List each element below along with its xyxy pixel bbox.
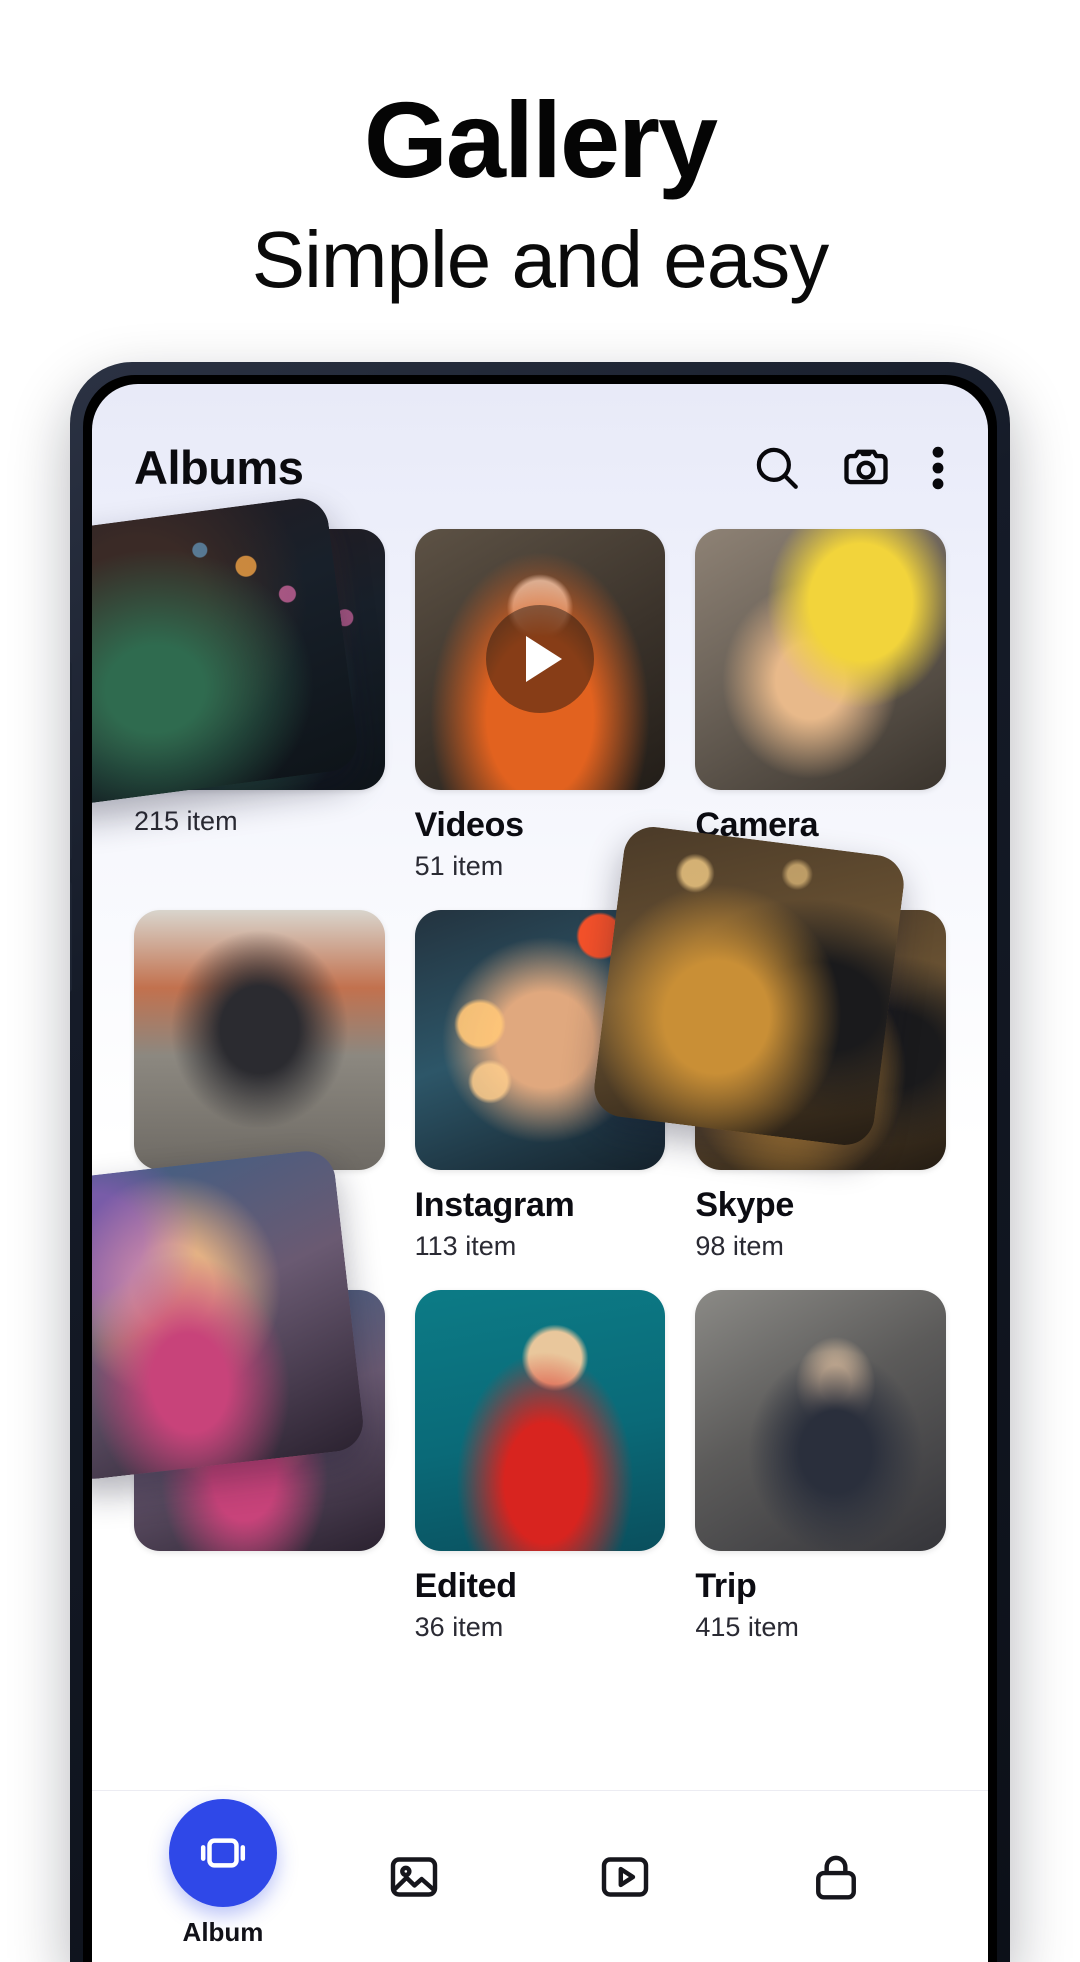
photo-thumbnail bbox=[590, 823, 908, 1149]
phone-button-volume-up bbox=[70, 750, 72, 860]
play-icon bbox=[485, 605, 594, 714]
overflow-menu-icon[interactable] bbox=[930, 443, 946, 493]
promo-title: Gallery bbox=[363, 79, 718, 200]
phone-screen: Albums 215 item Videos 51 item Camera In… bbox=[92, 384, 988, 1962]
photo-thumbnail bbox=[134, 909, 385, 1171]
promo-subtitle: Simple and easy bbox=[251, 215, 829, 304]
album-card[interactable]: Trip 415 item bbox=[695, 1290, 946, 1643]
phone-button-silent bbox=[70, 662, 72, 722]
page-title: Albums bbox=[134, 441, 304, 494]
bottom-navigation: Album bbox=[92, 1790, 988, 1962]
album-item-count: 98 item bbox=[695, 1231, 784, 1262]
album-card[interactable]: Camera1103 item bbox=[695, 529, 946, 882]
album-thumbnail bbox=[414, 529, 666, 790]
album-thumbnail bbox=[695, 1290, 946, 1552]
album-name: Skype bbox=[695, 1186, 795, 1225]
album-name: Trip bbox=[695, 1567, 757, 1606]
app-header: Albums bbox=[92, 384, 988, 495]
floating-photo-couple[interactable] bbox=[590, 823, 908, 1149]
camera-icon[interactable] bbox=[840, 442, 892, 494]
album-card[interactable]: Edited 36 item bbox=[414, 1290, 666, 1643]
nav-album-label: Album bbox=[182, 1917, 264, 1947]
album-name: Edited bbox=[414, 1567, 517, 1606]
album-thumbnail bbox=[695, 529, 946, 790]
album-item-count: 415 item bbox=[695, 1612, 799, 1643]
promo-header: Gallery Simple and easy bbox=[0, 0, 1080, 310]
albums-icon bbox=[169, 1799, 277, 1907]
photo-thumbnail bbox=[414, 1290, 666, 1552]
phone-button-volume-down bbox=[70, 882, 72, 992]
floating-photo-party[interactable] bbox=[92, 494, 361, 809]
bottom-nav-items bbox=[308, 1849, 942, 1905]
album-thumbnail bbox=[134, 909, 385, 1171]
photo-thumbnail bbox=[92, 494, 361, 809]
phone-bezel-inner: Albums 215 item Videos 51 item Camera In… bbox=[83, 375, 997, 1962]
album-thumbnail bbox=[414, 1290, 666, 1552]
search-icon[interactable] bbox=[752, 443, 802, 493]
nav-photos[interactable] bbox=[386, 1849, 442, 1905]
nav-videos[interactable] bbox=[597, 1849, 653, 1905]
nav-private[interactable] bbox=[808, 1849, 864, 1905]
photo-thumbnail bbox=[695, 1290, 946, 1552]
photo-thumbnail bbox=[695, 529, 946, 790]
nav-album[interactable]: Album bbox=[138, 1799, 308, 1948]
album-name: Instagram bbox=[414, 1186, 575, 1225]
album-item-count: 215 item bbox=[134, 805, 238, 836]
album-item-count: 113 item bbox=[414, 1231, 517, 1262]
floating-photo-dance[interactable] bbox=[92, 1147, 367, 1483]
photo-thumbnail bbox=[92, 1147, 367, 1483]
app-header-actions bbox=[752, 442, 946, 494]
album-item-count: 36 item bbox=[414, 1612, 504, 1643]
phone-mockup: Albums 215 item Videos 51 item Camera In… bbox=[70, 362, 1010, 1962]
